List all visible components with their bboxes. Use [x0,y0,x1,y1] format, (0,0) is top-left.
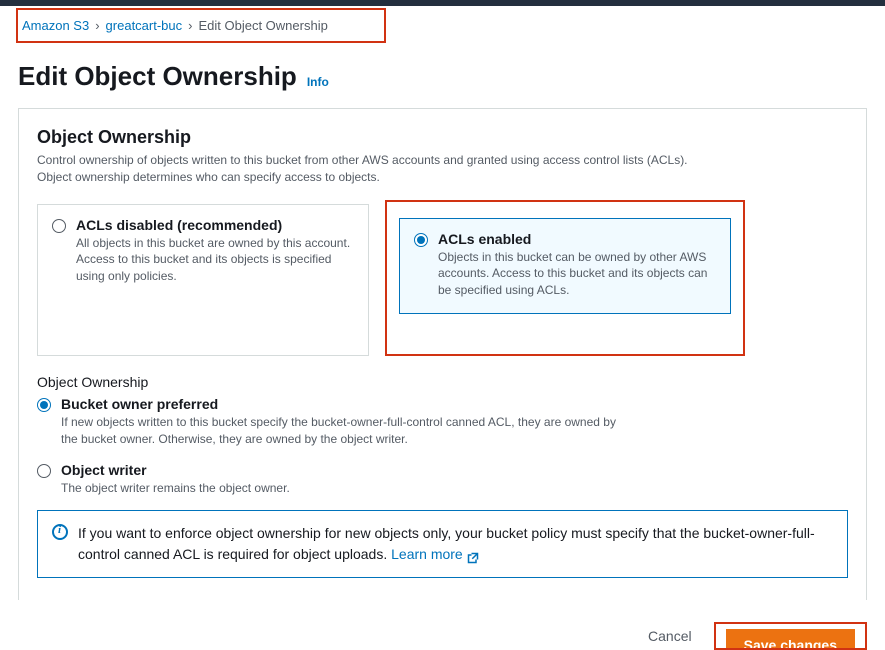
radio-description: All objects in this bucket are owned by … [76,235,354,285]
page-header: Edit Object Ownership Info [0,43,885,102]
chevron-right-icon: › [95,18,99,33]
breadcrumb-bucket-link[interactable]: greatcart-buc [106,18,183,33]
panel-title: Object Ownership [37,127,848,148]
acls-disabled-option[interactable]: ACLs disabled (recommended) All objects … [37,204,369,356]
radio-description: The object writer remains the object own… [61,480,290,497]
info-link[interactable]: Info [307,75,329,92]
radio-label: Object writer [61,462,290,478]
breadcrumb-current: Edit Object Ownership [198,18,327,33]
footer-actions: Cancel Save changes [18,622,867,650]
radio-label: ACLs disabled (recommended) [76,217,354,233]
page-title: Edit Object Ownership [18,61,297,92]
acls-enabled-highlight: ACLs enabled Objects in this bucket can … [385,200,745,356]
radio-icon [52,219,66,233]
info-callout-text: If you want to enforce object ownership … [78,523,833,565]
acl-radio-group: ACLs disabled (recommended) All objects … [37,204,848,356]
save-highlight: Save changes [714,622,867,650]
bucket-owner-preferred-option[interactable]: Bucket owner preferred If new objects wr… [37,396,848,448]
breadcrumb-root-link[interactable]: Amazon S3 [22,18,89,33]
learn-more-label: Learn more [391,544,463,565]
breadcrumb-highlight: Amazon S3 › greatcart-buc › Edit Object … [16,8,386,43]
info-callout: If you want to enforce object ownership … [37,510,848,578]
radio-description: Objects in this bucket can be owned by o… [438,249,716,299]
radio-description: If new objects written to this bucket sp… [61,414,621,448]
cancel-button[interactable]: Cancel [638,622,702,644]
breadcrumb: Amazon S3 › greatcart-buc › Edit Object … [22,18,380,33]
save-changes-button[interactable]: Save changes [726,629,855,650]
panel-description: Control ownership of objects written to … [37,152,697,186]
radio-icon [37,398,51,412]
object-ownership-subgroup: Object Ownership Bucket owner preferred … [37,374,848,496]
learn-more-link[interactable]: Learn more [391,544,479,565]
radio-label: ACLs enabled [438,231,716,247]
chevron-right-icon: › [188,18,192,33]
sub-heading: Object Ownership [37,374,848,390]
object-writer-option[interactable]: Object writer The object writer remains … [37,462,848,497]
acls-enabled-option[interactable]: ACLs enabled Objects in this bucket can … [399,218,731,314]
radio-label: Bucket owner preferred [61,396,621,412]
info-icon [52,524,68,540]
radio-icon [37,464,51,478]
radio-icon [414,233,428,247]
top-app-bar [0,0,885,6]
external-link-icon [467,549,479,561]
object-ownership-panel: Object Ownership Control ownership of ob… [18,108,867,600]
